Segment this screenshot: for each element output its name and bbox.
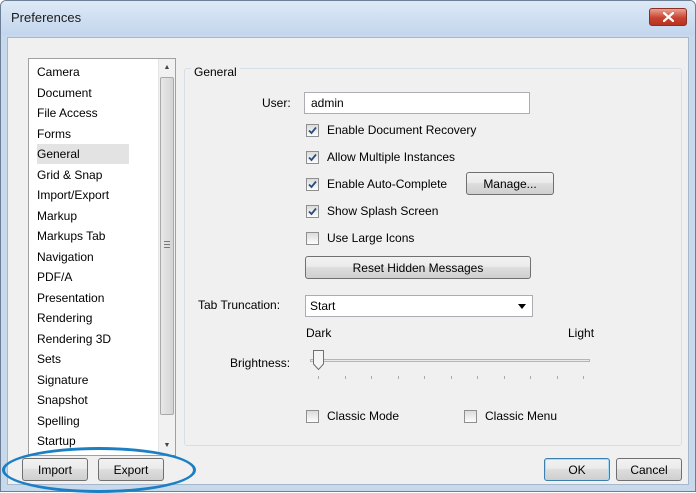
scrollbar-thumb[interactable] [160,77,174,415]
checkmark-icon [308,180,317,188]
slider-tick [424,376,425,379]
checkbox-box[interactable] [306,231,319,245]
checkbox-label: Enable Document Recovery [327,123,477,137]
checkmark-icon [308,207,317,215]
slider-tick [397,376,399,379]
sidebar-item-sets[interactable]: Sets [37,349,65,369]
checkbox-box[interactable] [306,177,319,191]
tab-truncation-dropdown[interactable]: Start [305,295,533,317]
slider-tick [530,376,531,379]
scroll-down-arrow-icon[interactable]: ▼ [159,437,175,454]
sidebar-item-rendering-3d[interactable]: Rendering 3D [37,329,115,349]
sidebar-item-markups-tab[interactable]: Markups Tab [37,226,109,246]
group-title: General [191,65,240,79]
sidebar-item-presentation[interactable]: Presentation [37,288,108,308]
sidebar-item-document[interactable]: Document [37,83,96,103]
checkbox-box[interactable] [306,204,319,218]
brightness-slider-thumb[interactable] [313,350,324,370]
brightness-slider-track[interactable] [310,359,590,362]
reset-hidden-messages-button[interactable]: Reset Hidden Messages [305,256,531,279]
sidebar-item-rendering[interactable]: Rendering [37,308,96,328]
classic-mode-checkbox[interactable]: Classic Mode [306,408,399,424]
window-title: Preferences [11,10,82,25]
close-icon [663,12,674,22]
slider-tick [371,376,372,379]
brightness-label: Brightness: [230,356,291,370]
enable-auto-complete-checkbox[interactable]: Enable Auto-Complete [306,176,447,192]
dialog-body: Camera Document File Access Forms General Gri… [7,37,689,485]
show-splash-screen-checkbox[interactable]: Show Splash Screen [306,203,438,219]
export-button[interactable]: Export [98,458,164,481]
import-button[interactable]: Import [22,458,88,481]
checkbox-label: Allow Multiple Instances [327,150,456,164]
sidebar-item-camera[interactable]: Camera [37,62,84,82]
sidebar-item-grid-snap[interactable]: Grid & Snap [37,165,106,185]
classic-menu-checkbox[interactable]: Classic Menu [464,408,557,424]
enable-document-recovery-checkbox[interactable]: Enable Document Recovery [306,122,476,138]
light-label: Light [568,326,595,340]
ok-button[interactable]: OK [544,458,610,481]
sidebar-item-spelling[interactable]: Spelling [37,411,84,431]
sidebar-item-snapshot[interactable]: Snapshot [37,390,92,410]
slider-tick [344,376,346,379]
cancel-button[interactable]: Cancel [616,458,682,481]
checkbox-label: Classic Menu [485,409,558,423]
checkbox-label: Use Large Icons [327,231,415,245]
slider-tick [556,376,558,379]
dark-label: Dark [306,326,332,340]
dropdown-value: Start [310,299,336,313]
category-list-scrollbar[interactable]: ▲ ▼ [158,59,175,455]
slider-tick [503,376,505,379]
scroll-up-arrow-icon[interactable]: ▲ [159,59,175,76]
sidebar-item-startup[interactable]: Startup [37,431,80,451]
checkmark-icon [308,126,317,134]
use-large-icons-checkbox[interactable]: Use Large Icons [306,230,414,246]
sidebar-item-forms[interactable]: Forms [37,124,75,144]
category-list[interactable]: Camera Document File Access Forms General Gri… [28,58,176,456]
chevron-down-icon [518,304,526,309]
preferences-dialog: Preferences Camera Document File Access For… [0,0,696,492]
checkbox-box[interactable] [464,409,477,423]
sidebar-item-signature[interactable]: Signature [37,370,92,390]
slider-tick [318,376,319,379]
user-label: User: [262,96,291,110]
manage-button[interactable]: Manage... [466,172,554,195]
checkbox-label: Show Splash Screen [327,204,439,218]
sidebar-item-file-access[interactable]: File Access [37,103,102,123]
sidebar-item-import-export[interactable]: Import/Export [37,185,113,205]
slider-tick [583,376,584,379]
grip-icon [164,241,170,250]
checkbox-label: Enable Auto-Complete [327,177,448,191]
checkbox-box[interactable] [306,150,319,164]
tab-truncation-label: Tab Truncation: [198,298,281,312]
checkbox-label: Classic Mode [327,409,400,423]
sidebar-item-navigation[interactable]: Navigation [37,247,98,267]
checkmark-icon [308,153,317,161]
slider-tick [477,376,478,379]
close-button[interactable] [649,8,687,26]
sidebar-item-markup[interactable]: Markup [37,206,81,226]
user-field[interactable]: admin [304,92,530,114]
sidebar-item-general[interactable]: General [37,144,129,164]
title-bar[interactable]: Preferences [1,1,695,35]
checkbox-box[interactable] [306,409,319,423]
checkbox-box[interactable] [306,123,319,137]
sidebar-item-pdf-a[interactable]: PDF/A [37,267,76,287]
slider-tick [450,376,452,379]
allow-multiple-instances-checkbox[interactable]: Allow Multiple Instances [306,149,455,165]
